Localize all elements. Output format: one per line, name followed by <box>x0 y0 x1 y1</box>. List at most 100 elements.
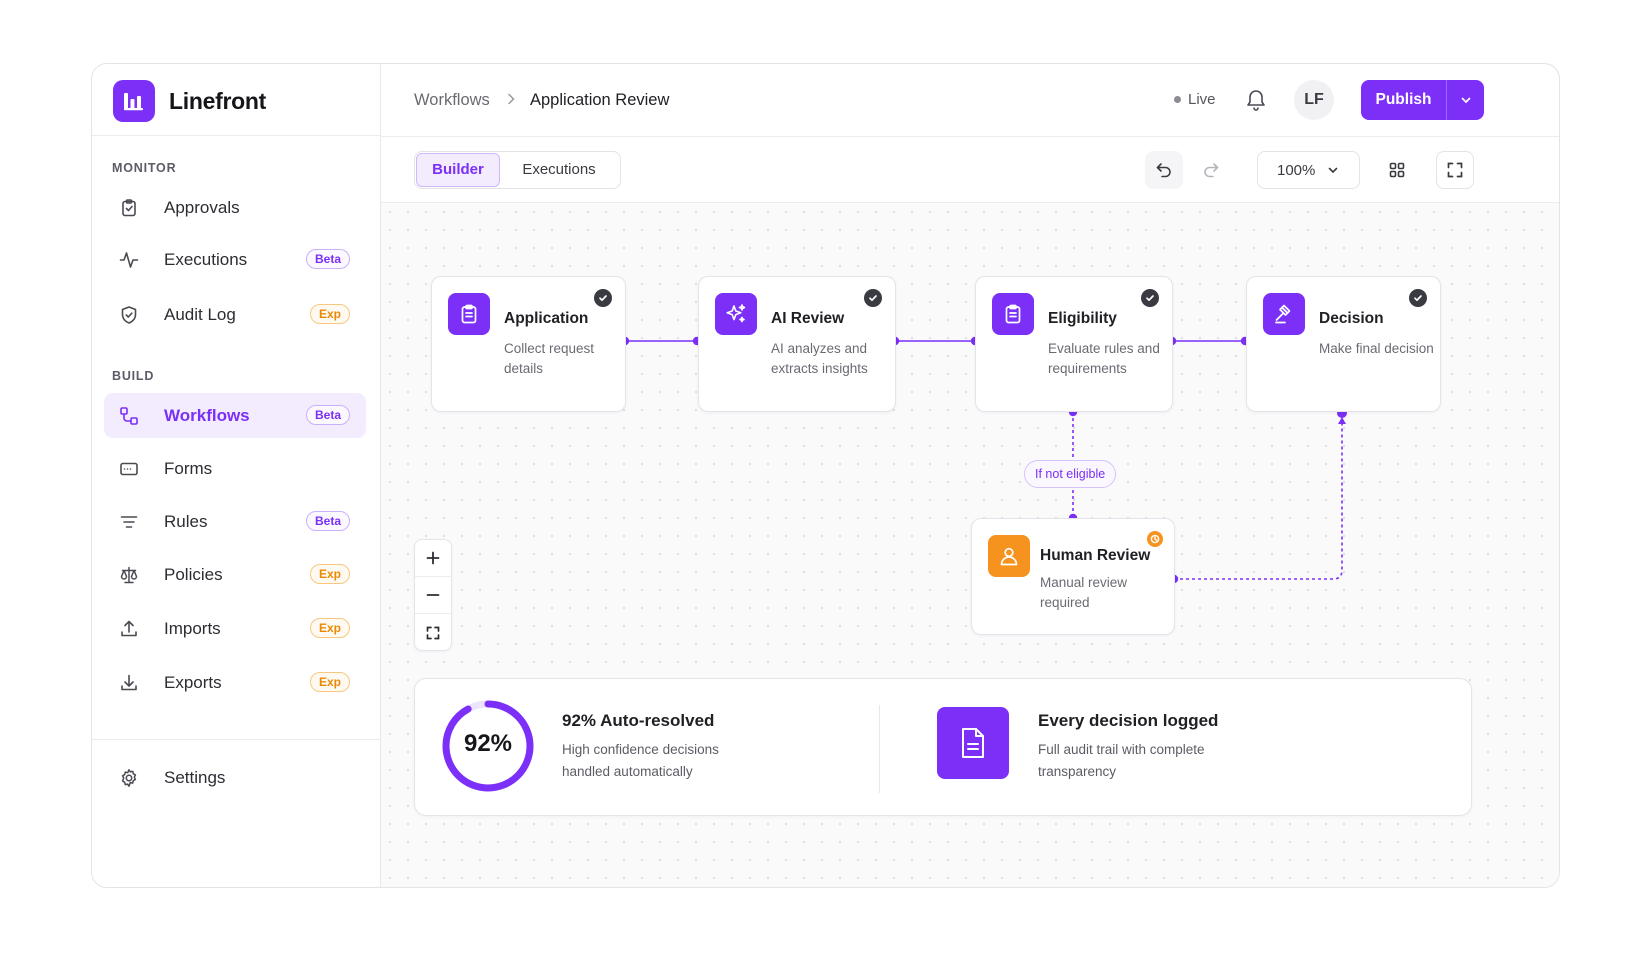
publish-dropdown-button[interactable] <box>1447 80 1484 120</box>
node-eligibility[interactable]: Eligibility Evaluate rules and requireme… <box>975 276 1173 412</box>
node-description: Manual review required <box>1040 575 1128 610</box>
check-icon <box>594 289 612 307</box>
zoom-controls <box>414 539 452 651</box>
stats-panel: 92% 92% Auto-resolved High confidence de… <box>414 678 1472 816</box>
sidebar-item-executions[interactable]: Executions Beta <box>104 237 366 282</box>
chevron-right-icon <box>505 92 517 111</box>
node-title: AI Review <box>771 310 845 327</box>
bell-icon[interactable] <box>1245 88 1267 117</box>
sidebar-item-imports[interactable]: Imports Exp <box>104 606 366 651</box>
connector-human-review-decision <box>1174 419 1343 580</box>
zoom-in-button[interactable] <box>415 540 451 577</box>
sidebar-item-label: Executions <box>164 249 248 269</box>
check-icon <box>864 289 882 307</box>
clipboard-icon <box>448 293 490 335</box>
form-icon <box>118 458 140 480</box>
brand[interactable]: Linefront <box>113 80 266 122</box>
sidebar: Linefront MONITOR Approvals Executions B… <box>92 64 381 887</box>
gear-icon <box>118 767 140 789</box>
publish-button[interactable]: Publish <box>1361 80 1447 120</box>
status-text: Live <box>1188 91 1216 108</box>
scale-icon <box>118 564 140 586</box>
check-icon <box>1409 289 1427 307</box>
avatar[interactable]: LF <box>1294 80 1334 120</box>
sidebar-item-label: Forms <box>164 458 213 478</box>
node-application[interactable]: Application Collect request details <box>431 276 626 412</box>
sidebar-item-label: Audit Log <box>164 304 236 324</box>
sidebar-item-rules[interactable]: Rules Beta <box>104 499 366 544</box>
sidebar-divider <box>92 135 381 136</box>
beta-badge: Beta <box>305 405 350 425</box>
node-decision[interactable]: Decision Make final decision <box>1246 276 1441 412</box>
node-title: Human Review <box>1040 547 1151 564</box>
upload-icon <box>118 618 140 640</box>
sidebar-item-label: Imports <box>164 618 221 638</box>
workflow-canvas[interactable]: Application Collect request details AI R… <box>381 203 1559 887</box>
exp-badge: Exp <box>309 618 350 638</box>
node-title: Eligibility <box>1048 310 1117 327</box>
download-icon <box>118 672 140 694</box>
sparkles-icon <box>715 293 757 335</box>
stat-description: Full audit trail with complete transpare… <box>1038 742 1205 779</box>
node-title: Decision <box>1319 310 1384 327</box>
zoom-value: 100% <box>1277 161 1316 179</box>
sidebar-item-settings[interactable]: Settings <box>104 755 366 800</box>
sidebar-item-forms[interactable]: Forms <box>104 446 366 491</box>
sidebar-item-audit-log[interactable]: Audit Log Exp <box>104 292 366 337</box>
clipboard-icon <box>118 197 140 219</box>
sidebar-item-label: Approvals <box>164 197 240 217</box>
zoom-out-button[interactable] <box>415 577 451 614</box>
fit-view-button[interactable] <box>415 614 451 651</box>
node-ai-review[interactable]: AI Review AI analyzes and extracts insig… <box>698 276 896 412</box>
breadcrumb-workflows[interactable]: Workflows <box>414 91 490 110</box>
fullscreen-button[interactable] <box>1436 151 1474 189</box>
clock-icon <box>1147 531 1163 547</box>
node-human-review[interactable]: Human Review Manual review required <box>971 518 1175 635</box>
clipboard-icon <box>992 293 1034 335</box>
exp-badge: Exp <box>309 672 350 692</box>
redo-button[interactable] <box>1192 151 1230 189</box>
expand-icon <box>1447 162 1463 178</box>
redo-icon <box>1204 163 1219 178</box>
tab-builder[interactable]: Builder <box>416 153 500 187</box>
sidebar-item-approvals[interactable]: Approvals <box>104 185 366 230</box>
sidebar-divider <box>92 739 381 740</box>
section-label-build: BUILD <box>112 369 155 383</box>
sidebar-item-workflows[interactable]: Workflows Beta <box>104 393 366 438</box>
section-label-monitor: MONITOR <box>112 161 177 175</box>
tab-executions[interactable]: Executions <box>500 153 618 187</box>
exp-badge: Exp <box>309 564 350 584</box>
stats-divider <box>879 705 880 793</box>
app-window: Linefront MONITOR Approvals Executions B… <box>91 63 1560 888</box>
sidebar-item-exports[interactable]: Exports Exp <box>104 660 366 705</box>
beta-badge: Beta <box>305 511 350 531</box>
document-icon <box>937 707 1009 779</box>
stat-title-auto-resolved: 92% Auto-resolved <box>562 711 715 730</box>
check-icon <box>1141 289 1159 307</box>
activity-icon <box>118 249 140 271</box>
sidebar-item-label: Rules <box>164 511 208 531</box>
status-dot <box>1174 96 1181 103</box>
user-icon <box>988 535 1030 577</box>
zoom-select[interactable]: 100% <box>1257 151 1360 189</box>
filter-icon <box>118 511 140 533</box>
publish-button-group: Publish <box>1361 80 1484 120</box>
sidebar-item-label: Exports <box>164 672 222 692</box>
sidebar-item-policies[interactable]: Policies Exp <box>104 552 366 597</box>
progress-value: 92% <box>463 730 513 757</box>
plus-icon <box>426 551 440 565</box>
status-indicator: Live <box>1174 91 1216 108</box>
brand-name: Linefront <box>169 87 266 114</box>
grid-view-button[interactable] <box>1378 151 1416 189</box>
workflow-icon <box>118 405 140 427</box>
undo-button[interactable] <box>1145 151 1183 189</box>
undo-icon <box>1156 163 1171 178</box>
stat-description: High confidence decisions handled automa… <box>562 742 719 779</box>
sidebar-item-label: Workflows <box>164 405 250 425</box>
condition-label[interactable]: If not eligible <box>1024 460 1117 488</box>
expand-icon <box>426 626 440 639</box>
node-description: AI analyzes and extracts insights <box>771 341 868 376</box>
page-title: Application Review <box>530 91 670 109</box>
sidebar-item-label: Policies <box>164 564 223 584</box>
main-panel: Workflows Application Review Live LF Pub… <box>381 64 1559 887</box>
